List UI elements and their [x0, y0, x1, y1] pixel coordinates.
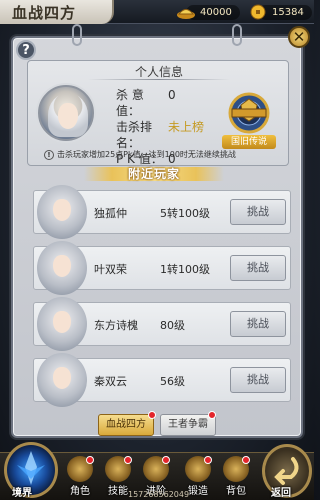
currency-ingot: 40000: [176, 3, 240, 21]
rank-label: 击杀排名：: [116, 120, 153, 150]
rank-value: 未上榜: [168, 120, 205, 134]
tab-king-contest[interactable]: 王者争霸: [160, 414, 216, 436]
notification-dot: [148, 411, 156, 419]
player-avatar: [38, 85, 94, 141]
realm-label: 境界: [12, 488, 32, 499]
nav-character[interactable]: 角色: [62, 456, 98, 498]
notification-dot: [242, 456, 250, 464]
notification-dot: [208, 411, 216, 419]
player-level: 80级: [160, 319, 185, 332]
player-avatar: [37, 185, 87, 239]
player-avatar: [37, 241, 87, 295]
kill-label: 杀 意 值：: [116, 88, 144, 118]
rank-badge-icon: [228, 92, 270, 134]
kill-value: 0: [168, 88, 176, 102]
notification-dot: [162, 456, 170, 464]
challenge-button[interactable]: 挑战: [230, 311, 286, 337]
player-name: 秦双云: [94, 375, 127, 388]
challenge-button[interactable]: 挑战: [230, 199, 286, 225]
help-button[interactable]: ?: [16, 40, 36, 60]
tab-blood-battle[interactable]: 血战四方: [98, 414, 154, 436]
footer-id: 157268562049: [128, 490, 190, 499]
player-avatar: [37, 297, 87, 351]
back-label: 返回: [271, 488, 291, 499]
notification-dot: [86, 456, 94, 464]
nearby-players-header: 附近玩家: [84, 164, 224, 182]
player-level: 56级: [160, 375, 185, 388]
panel-ring: [232, 24, 242, 46]
panel-ring: [72, 24, 82, 46]
player-row: 独孤仲 5转100级 挑战: [33, 185, 291, 239]
player-level: 5转100级: [160, 207, 210, 220]
pk-notice: ! 击杀玩家增加25点Pk值，达到100时无法继续挑战: [44, 149, 236, 160]
page-title: 血战四方: [0, 0, 114, 24]
challenge-button[interactable]: 挑战: [230, 367, 286, 393]
nav-character-label: 角色: [70, 486, 90, 497]
personal-info-box: 个人信息 杀 意 值： 0 击杀排名： 未上榜 P K 值： 0 国旧传说 ! …: [27, 60, 289, 166]
gold-coin-icon: [250, 4, 266, 20]
player-row: 秦双云 56级 挑战: [33, 353, 291, 407]
close-button[interactable]: ✕: [288, 26, 310, 48]
currency-gold: 15384: [248, 3, 312, 21]
player-name: 东方诗槐: [94, 319, 138, 332]
notification-dot: [124, 456, 132, 464]
player-name: 独孤仲: [94, 207, 127, 220]
pk-notice-text: 击杀玩家增加25点Pk值，达到100时无法继续挑战: [57, 150, 236, 159]
player-row: 东方诗槐 80级 挑战: [33, 297, 291, 351]
rank-badge-label: 国旧传说: [222, 135, 276, 149]
player-name: 叶双荣: [94, 263, 127, 276]
player-level: 1转100级: [160, 263, 210, 276]
top-bar: 血战四方 40000 15384: [0, 0, 314, 24]
nearby-title: 附近玩家: [127, 166, 180, 181]
info-icon: !: [44, 149, 54, 160]
notification-dot: [204, 456, 212, 464]
title-divider: [88, 79, 230, 80]
nav-bag-label: 背包: [226, 486, 246, 497]
personal-info-title: 个人信息: [134, 65, 183, 79]
challenge-button[interactable]: 挑战: [230, 255, 286, 281]
player-avatar: [37, 353, 87, 407]
ingot-icon: [177, 9, 195, 19]
nav-bag[interactable]: 背包: [218, 456, 254, 498]
player-row: 叶双荣 1转100级 挑战: [33, 241, 291, 295]
